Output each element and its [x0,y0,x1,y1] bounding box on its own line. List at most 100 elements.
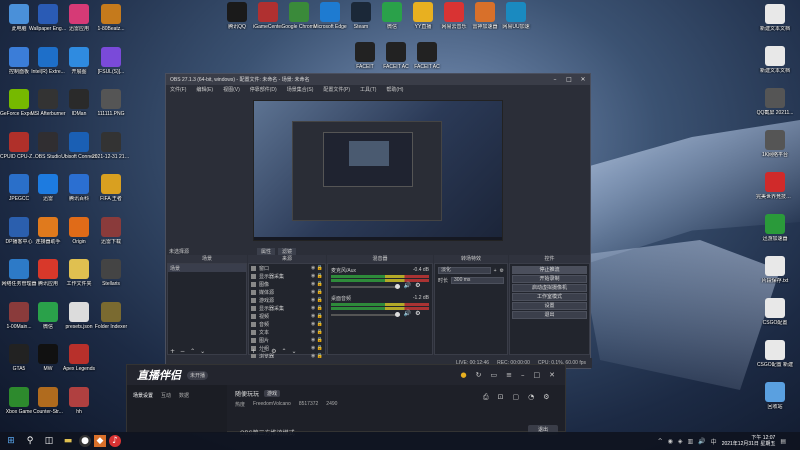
menu-profile[interactable]: 配置文件(P) [323,86,350,93]
share-icon[interactable]: ⎙ [483,393,489,402]
menu-docks[interactable]: 停靠部件(D) [250,86,277,93]
volume-slider[interactable] [331,312,400,317]
gear-icon[interactable]: ⚙ [271,348,276,355]
bell-icon[interactable]: ◔ [528,393,534,402]
source-item[interactable]: 音频 ◉ 🔒 [249,320,325,328]
camera-icon[interactable]: ▢ [512,393,519,402]
menu-view[interactable]: 视图(V) [223,86,240,93]
desktop-shortcut[interactable]: 新建文本文档 [756,46,794,74]
transition-select[interactable]: 淡化 [438,267,491,274]
monitor-icon[interactable]: ▭ [491,371,498,379]
obs-titlebar[interactable]: OBS 27.1.3 (64-bit, windows) - 配置文件: 未命名… [166,74,590,85]
studio-mode-button[interactable]: 工作室模式 [512,293,587,301]
eye-icon[interactable]: ◉ 🔒 [311,321,325,327]
refresh-icon[interactable]: ↻ [476,371,482,379]
stream-status-badge[interactable]: 未开播 [187,370,209,380]
desktop-shortcut[interactable]: 迅雷下载 [92,216,130,245]
desktop-shortcut[interactable]: Apex Legends [60,344,98,372]
move-down-icon[interactable]: ⌄ [200,348,205,355]
eye-icon[interactable]: ◉ 🔒 [311,337,325,343]
eye-icon[interactable]: ◉ 🔒 [311,265,325,271]
source-item[interactable]: 文本 ◉ 🔒 [249,328,325,336]
file-explorer-icon[interactable]: ▬ [60,433,76,449]
menu-scene-collection[interactable]: 场景集合(S) [287,86,314,93]
desktop-shortcut[interactable]: 1K网络平台 [756,130,794,158]
network-icon[interactable]: ▥ [688,438,694,445]
source-item[interactable]: 显示器采集 ◉ 🔒 [249,304,325,312]
tab-scene[interactable]: 场景设置 [133,392,153,399]
menu-tools[interactable]: 工具(T) [360,86,376,93]
desktop-shortcut[interactable]: 回收站 [756,382,794,410]
desktop-shortcut[interactable]: Stellaris [92,259,130,287]
settings-icon[interactable]: ⚙ [543,393,549,402]
source-item[interactable]: 图片 ◉ 🔒 [249,336,325,344]
properties-button[interactable]: 属性 [257,247,276,255]
desktop-shortcut[interactable]: [FSUL(S)]... [92,46,130,75]
desktop-shortcut[interactable]: 片段保存.txt [756,256,794,284]
desktop-shortcut[interactable]: 2021-12-31 21:52:17 [92,131,130,160]
clock[interactable]: 下午 12:07 2021年12月31日 星期五 [722,435,776,447]
obs-preview[interactable] [253,100,503,241]
remove-icon[interactable]: − [180,348,185,355]
gear-icon[interactable]: ⚙ [500,268,504,274]
room-title[interactable]: 随便玩玩 [235,389,259,398]
desktop-shortcut[interactable]: 1-80Beatz... [92,4,130,32]
desktop-shortcut[interactable]: CSGO配置 新建 [756,340,794,368]
eye-icon[interactable]: ◉ 🔒 [311,345,325,351]
desktop-shortcut[interactable]: 迅游加速器 [756,214,794,242]
source-item[interactable]: 游戏源 ◉ 🔒 [249,296,325,304]
add-icon[interactable]: + [170,348,175,355]
start-icon[interactable]: ⊞ [3,433,19,449]
source-item[interactable]: 图像 ◉ 🔒 [249,280,325,288]
scene-item[interactable]: 场景 [168,264,246,272]
minimize-icon[interactable]: – [548,74,562,85]
ime-icon[interactable]: 中 [711,437,717,446]
source-item[interactable]: 媒体源 ◉ 🔒 [249,288,325,296]
menu-help[interactable]: 帮助(H) [386,86,403,93]
tab-interact[interactable]: 互动 [161,392,171,399]
task-view-icon[interactable]: ◫ [41,433,57,449]
volume-icon[interactable]: 🔊 [698,438,705,445]
virtual-camera-button[interactable]: 启动虚拟摄像机 [512,284,587,292]
eye-icon[interactable]: ◉ 🔒 [311,329,325,335]
desktop-shortcut[interactable]: hh [60,386,98,415]
room-category[interactable]: 游戏 [264,390,281,397]
move-up-icon[interactable]: ⌃ [281,348,286,355]
desktop-shortcut[interactable]: 新建文本文档 [756,4,794,32]
desktop-shortcut[interactable]: 网易UU加速 [497,2,535,30]
desktop-shortcut[interactable]: FIFA 王者 [92,174,130,202]
avatar[interactable]: ● [461,371,467,379]
stop-streaming-button[interactable]: 停止推流 [512,266,587,274]
desktop-shortcut[interactable]: Folder Indexer [92,301,130,330]
eye-icon[interactable]: ◉ 🔒 [311,281,325,287]
move-up-icon[interactable]: ⌃ [190,348,195,355]
add-icon[interactable]: + [494,268,497,274]
eye-icon[interactable]: ◉ 🔒 [311,273,325,279]
obs-window[interactable]: OBS 27.1.3 (64-bit, windows) - 配置文件: 未命名… [165,73,592,369]
source-item[interactable]: 窗口 ◉ 🔒 [249,264,325,272]
music-taskbar-icon[interactable]: ♪ [109,435,121,447]
remove-icon[interactable]: − [261,348,266,355]
menu-edit[interactable]: 编辑(E) [196,86,213,93]
obs-taskbar-icon[interactable]: ● [79,435,91,447]
speaker-icon[interactable]: 🔊 [404,310,411,317]
eye-icon[interactable]: ◉ 🔒 [311,297,325,303]
speaker-icon[interactable]: 🔊 [404,282,411,289]
desktop-shortcut[interactable]: FACEIT AC [408,42,446,70]
start-recording-button[interactable]: 开始录制 [512,275,587,283]
tray-app-icon[interactable]: ◈ [678,438,683,445]
desktop-shortcut[interactable]: CSGO配置 [756,298,794,326]
close-icon[interactable]: ✕ [549,371,555,379]
add-icon[interactable]: + [251,348,256,355]
live-app-taskbar-icon[interactable]: ◆ [94,435,106,447]
maximize-icon[interactable]: □ [562,74,576,85]
eye-icon[interactable]: ◉ 🔒 [311,313,325,319]
gear-icon[interactable]: ⚙ [415,310,420,317]
eye-icon[interactable]: ◉ 🔒 [311,289,325,295]
live-companion-window[interactable]: 直播伴侣 未开播 ● ↻ ▭ ≡ – □ ✕ 场景设置 互动 数据 随便玩玩 游… [126,364,566,433]
save-icon[interactable]: ⊡ [498,393,504,402]
gear-icon[interactable]: ⚙ [415,282,420,289]
tray-chevron-icon[interactable]: ^ [658,438,663,445]
menu-file[interactable]: 文件(F) [170,86,186,93]
menu-icon[interactable]: ≡ [506,371,512,379]
